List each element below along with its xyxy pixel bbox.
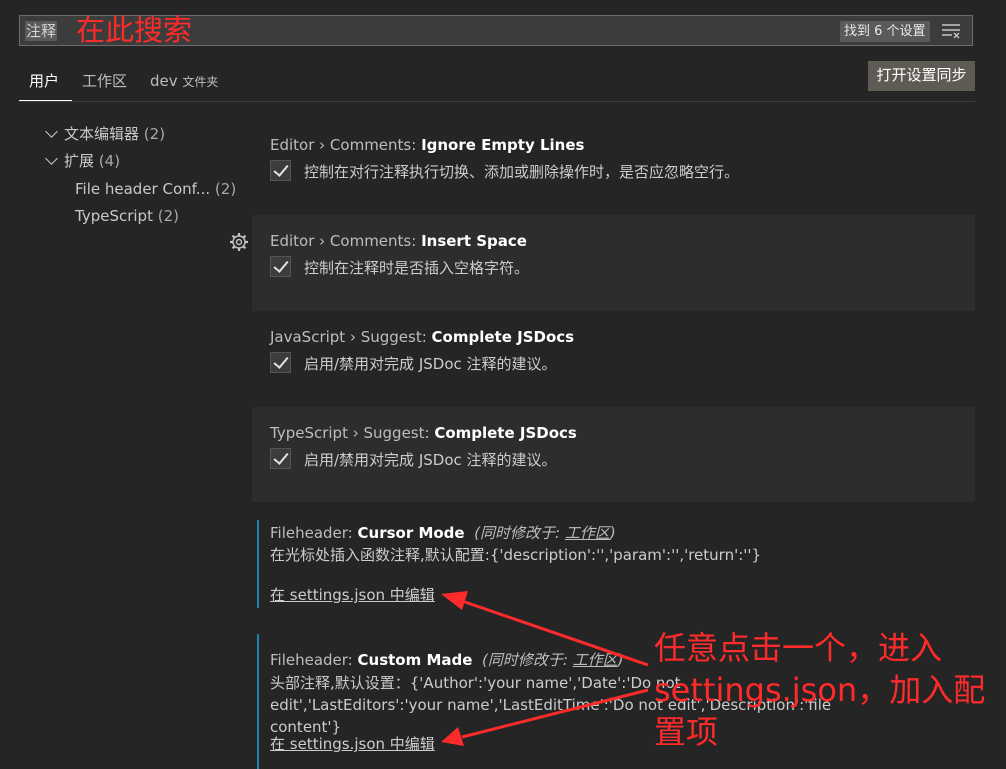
setting-name: Ignore Empty Lines: [421, 136, 585, 154]
setting-checkbox[interactable]: [270, 352, 291, 373]
setting-editor-comments-ignore-empty-lines: Editor › Comments: Ignore Empty Lines 控制…: [252, 119, 975, 215]
toc-label: 扩展: [64, 152, 95, 170]
toc-count: (2): [214, 180, 237, 198]
setting-description: 启用/禁用对完成 JSDoc 注释的建议。: [304, 451, 557, 469]
setting-title: Editor › Comments: Ignore Empty Lines: [270, 136, 584, 154]
setting-editor-comments-insert-space: Editor › Comments: Insert Space 控制在注释时是否…: [252, 215, 975, 311]
modified-suffix: ): [609, 524, 616, 542]
setting-checkbox[interactable]: [270, 160, 291, 181]
filter-icon[interactable]: [941, 22, 961, 40]
toc-count: (2): [157, 207, 179, 225]
setting-name: Insert Space: [421, 232, 527, 250]
chevron-down-icon: [45, 152, 58, 165]
toc-item-extensions[interactable]: 扩展 (4): [45, 150, 120, 172]
setting-title: JavaScript › Suggest: Complete JSDocs: [270, 328, 574, 346]
setting-category: Editor › Comments:: [270, 136, 422, 154]
toc-count: (4): [98, 152, 121, 170]
setting-category: TypeScript › Suggest:: [270, 424, 435, 442]
setting-category: Fileheader:: [270, 524, 358, 542]
tab-folder-label: dev: [150, 72, 178, 90]
toc-label: TypeScript: [75, 207, 153, 225]
tab-workspace-label: 工作区: [82, 72, 128, 90]
modified-elsewhere-note: (同时修改于: 工作区): [474, 524, 616, 542]
setting-name: Complete JSDocs: [434, 424, 577, 442]
edit-in-settings-json-link[interactable]: 在 settings.json 中编辑: [270, 733, 435, 754]
modified-indicator: [257, 634, 259, 769]
toc-count: (2): [143, 125, 166, 143]
setting-description: 启用/禁用对完成 JSDoc 注释的建议。: [304, 355, 557, 373]
setting-checkbox[interactable]: [270, 256, 291, 277]
setting-title: Editor › Comments: Insert Space: [270, 232, 527, 250]
toc-item-text-editor[interactable]: 文本编辑器 (2): [45, 123, 165, 145]
setting-title: Fileheader: Cursor Mode (同时修改于: 工作区): [270, 522, 616, 543]
toc-item-file-header[interactable]: File header Conf... (2): [75, 178, 236, 200]
setting-category: Editor › Comments:: [270, 232, 422, 250]
modified-indicator: [257, 520, 259, 608]
result-count-badge: 找到 6 个设置: [840, 21, 930, 42]
setting-typescript-complete-jsdocs: TypeScript › Suggest: Complete JSDocs 启用…: [252, 407, 975, 502]
gear-icon[interactable]: [229, 232, 249, 252]
setting-description: 控制在注释时是否插入空格字符。: [304, 259, 530, 277]
tab-user-label: 用户: [29, 72, 60, 90]
search-annotation: 在此搜索: [76, 13, 193, 47]
setting-title: Fileheader: Custom Made (同时修改于: 工作区): [270, 649, 624, 670]
setting-name: Cursor Mode: [357, 524, 465, 542]
tab-user[interactable]: 用户: [19, 70, 72, 101]
chevron-down-icon: [45, 125, 58, 138]
setting-title: TypeScript › Suggest: Complete JSDocs: [270, 424, 577, 442]
modified-prefix: (同时修改于:: [481, 651, 573, 669]
tab-folder-sublabel: 文件夹: [182, 75, 219, 89]
modified-prefix: (同时修改于:: [474, 524, 565, 542]
settings-sync-button[interactable]: 打开设置同步: [868, 61, 975, 91]
setting-category: Fileheader:: [270, 651, 358, 669]
setting-name: Complete JSDocs: [431, 328, 575, 346]
setting-name: Custom Made: [357, 651, 473, 669]
modified-elsewhere-note: (同时修改于: 工作区): [482, 651, 624, 669]
toc-label: File header Conf...: [75, 180, 211, 198]
modified-scope-link[interactable]: 工作区: [565, 524, 610, 542]
instruction-annotation: 任意点击一个，进入settings.json，加入配置项: [654, 629, 986, 751]
toc-item-typescript[interactable]: TypeScript (2): [75, 205, 179, 227]
setting-checkbox[interactable]: [270, 448, 291, 469]
toc-label: 文本编辑器: [64, 125, 140, 143]
modified-scope-link[interactable]: 工作区: [573, 651, 618, 669]
modified-suffix: ): [617, 651, 624, 669]
tab-workspace[interactable]: 工作区: [82, 70, 127, 100]
setting-javascript-complete-jsdocs: JavaScript › Suggest: Complete JSDocs 启用…: [252, 311, 975, 407]
setting-description: 在光标处插入函数注释,默认配置:{'description':'','param…: [270, 546, 762, 564]
edit-in-settings-json-link[interactable]: 在 settings.json 中编辑: [270, 584, 435, 605]
tab-folder-dev[interactable]: dev 文件夹: [150, 70, 218, 100]
search-input[interactable]: 注释: [25, 21, 58, 41]
setting-description: 控制在对行注释执行切换、添加或删除操作时，是否应忽略空行。: [304, 163, 740, 181]
settings-search-box[interactable]: 注释 在此搜索 找到 6 个设置: [19, 13, 973, 47]
tabs-divider: [19, 101, 975, 102]
setting-category: JavaScript › Suggest:: [270, 328, 432, 346]
setting-fileheader-cursor-mode: Fileheader: Cursor Mode (同时修改于: 工作区) 在光标…: [252, 502, 975, 620]
